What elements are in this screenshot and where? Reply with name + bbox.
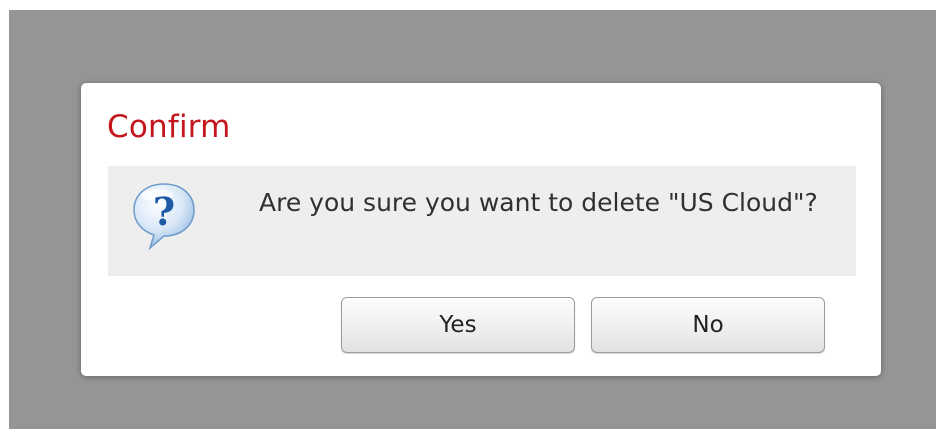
no-button[interactable]: No: [591, 297, 825, 353]
confirm-message: Are you sure you want to delete "US Clou…: [259, 188, 818, 217]
confirm-dialog: Confirm ? Are you sure you want to delet…: [81, 83, 881, 376]
modal-backdrop: Confirm ? Are you sure you want to delet…: [9, 10, 936, 429]
dialog-title: Confirm: [107, 109, 231, 145]
question-bubble-icon: ?: [133, 183, 195, 251]
svg-text:?: ?: [153, 189, 175, 234]
yes-button[interactable]: Yes: [341, 297, 575, 353]
message-panel: ? Are you sure you want to delete "US Cl…: [108, 166, 856, 276]
